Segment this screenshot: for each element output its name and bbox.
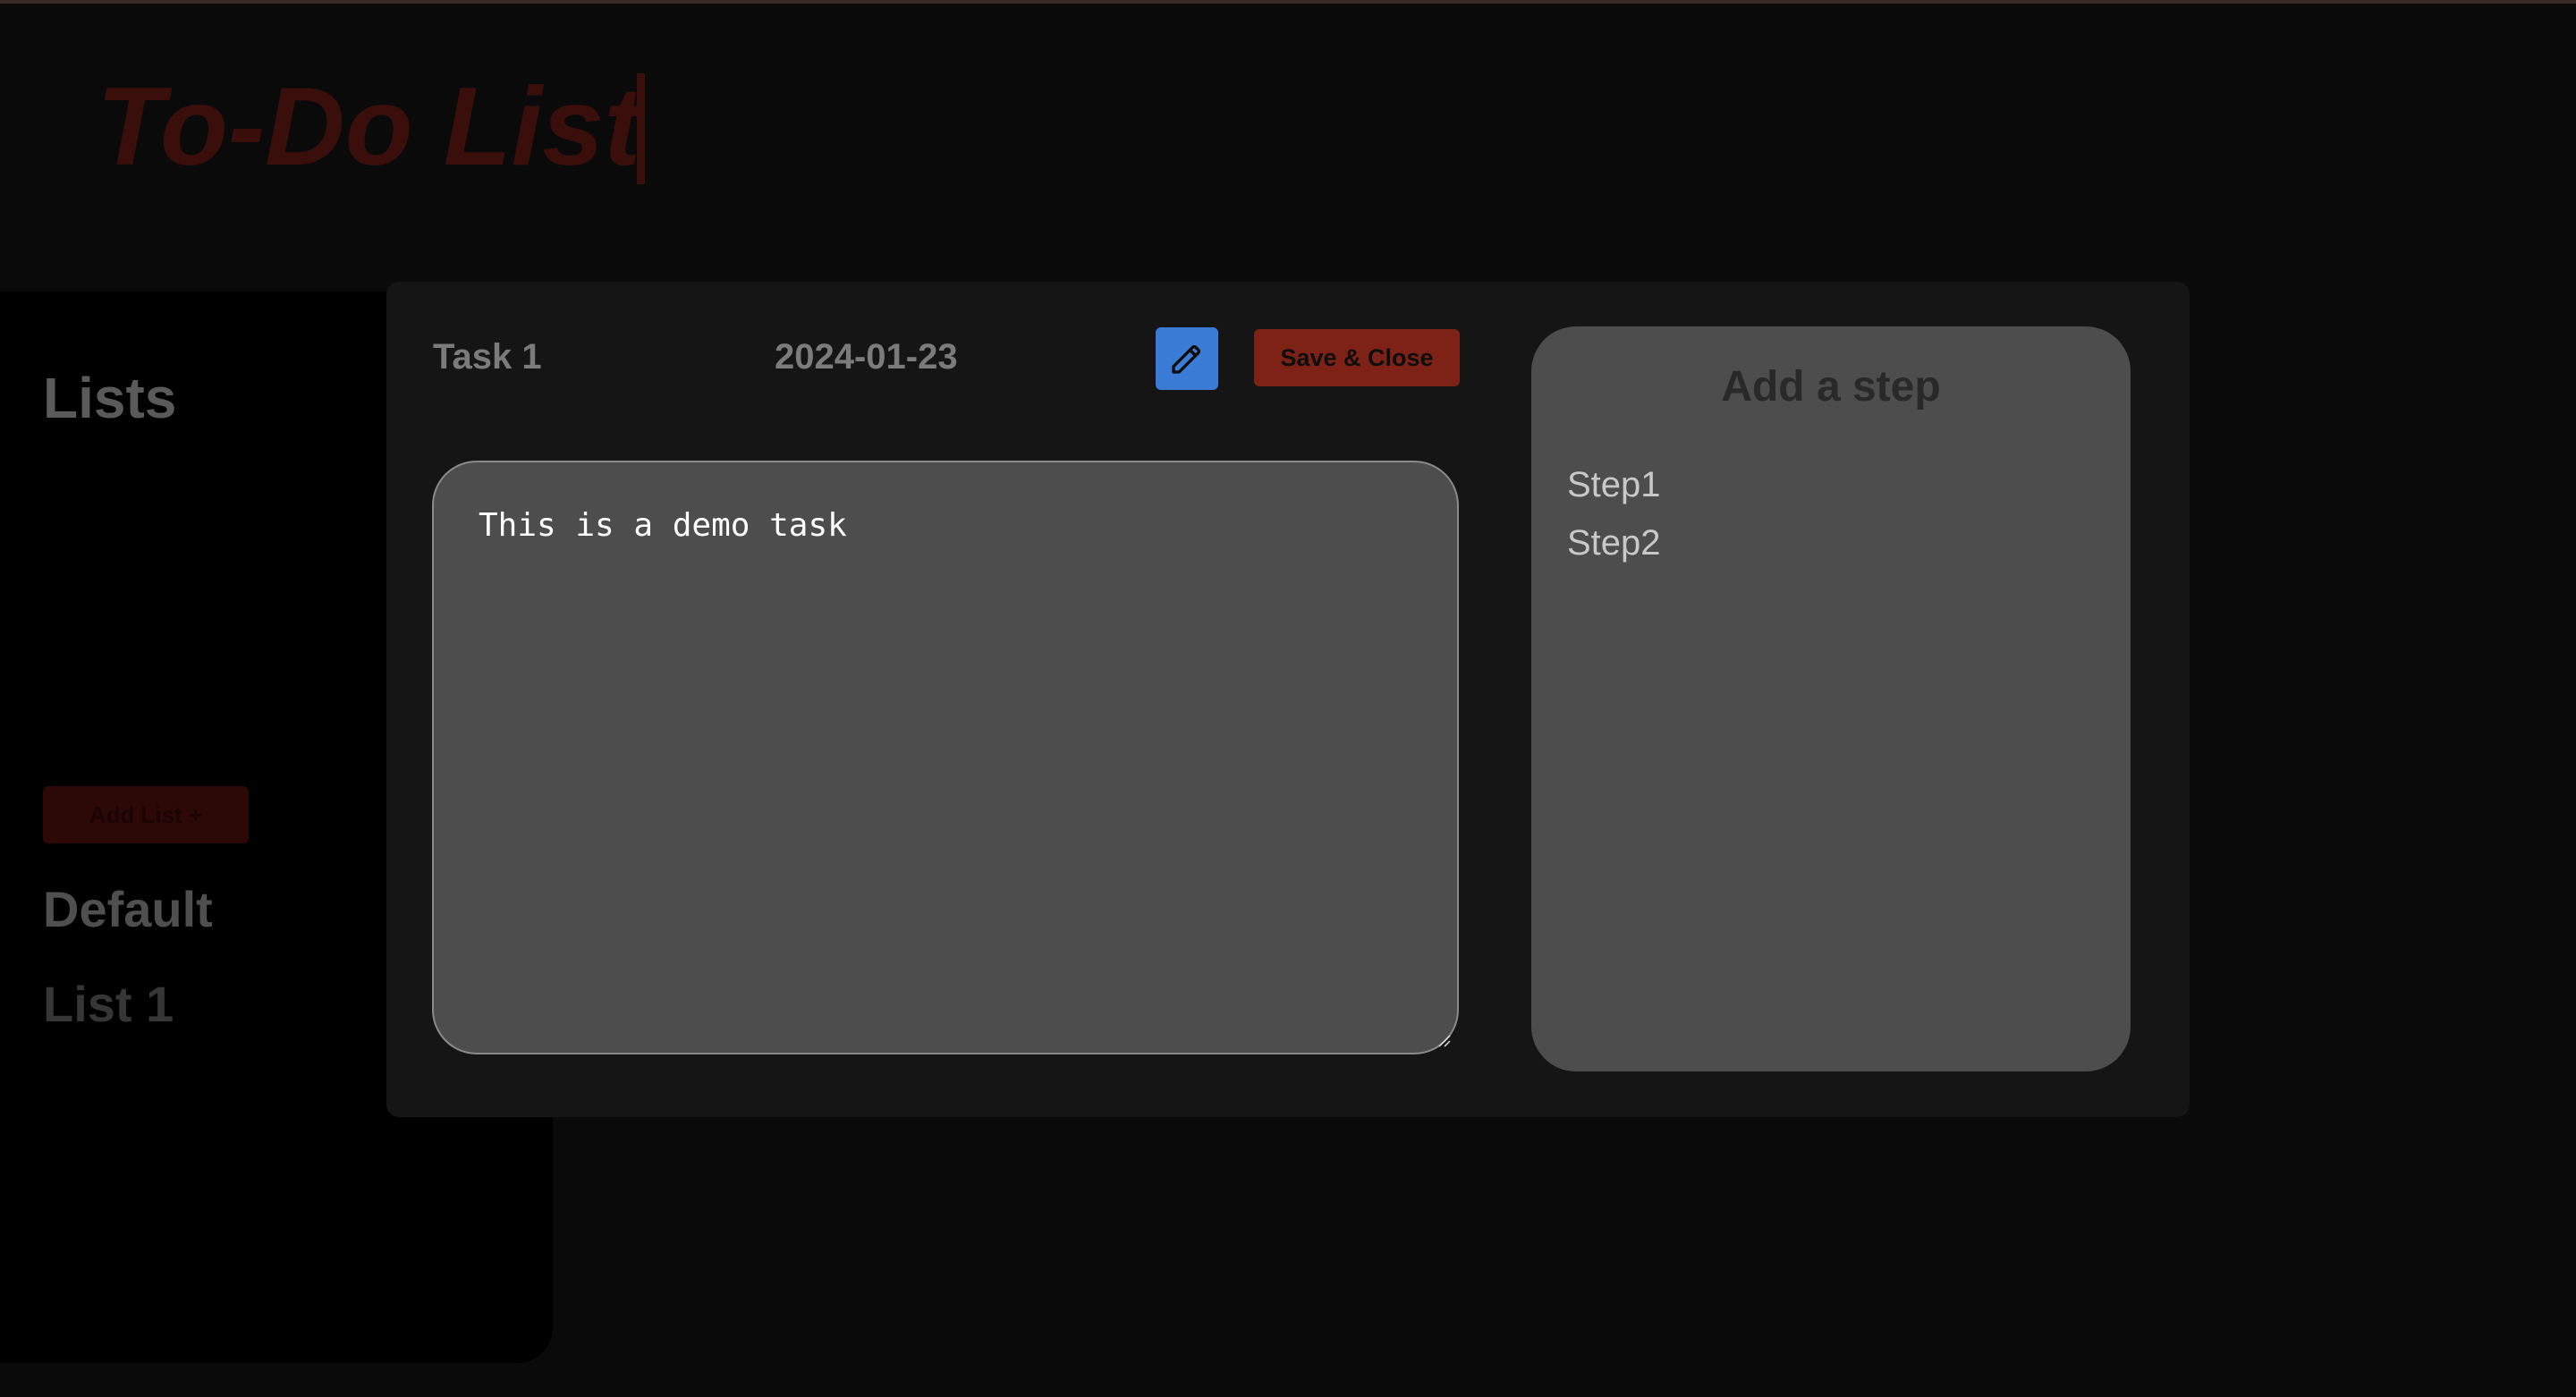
page-title: To-Do List: [97, 64, 646, 190]
resize-handle-icon[interactable]: [1436, 1033, 1451, 1047]
step-item[interactable]: Step1: [1567, 465, 1661, 505]
task-description-textarea[interactable]: This is a demo task: [432, 461, 1459, 1054]
pencil-icon: [1172, 344, 1201, 374]
sidebar-item-default[interactable]: Default: [43, 880, 213, 938]
page-title-text: To-Do List: [97, 65, 641, 189]
task-date[interactable]: 2024-01-23: [775, 337, 958, 377]
steps-panel: Add a step Step1 Step2: [1531, 326, 2131, 1071]
task-detail-modal: Task 1 2024-01-23 Save & Close This is a…: [386, 282, 2190, 1117]
top-border: [0, 0, 2576, 4]
add-step-heading[interactable]: Add a step: [1531, 362, 2131, 411]
sidebar-item-list-1[interactable]: List 1: [43, 975, 174, 1033]
sidebar-title: Lists: [43, 366, 177, 430]
edit-button[interactable]: [1156, 327, 1218, 390]
text-caret: [637, 73, 646, 184]
app-page: To-Do List Lists Add List + Default List…: [0, 0, 2576, 1397]
step-item[interactable]: Step2: [1567, 523, 1661, 563]
save-close-button[interactable]: Save & Close: [1254, 329, 1460, 386]
task-name[interactable]: Task 1: [433, 337, 542, 377]
add-list-button[interactable]: Add List +: [43, 786, 249, 843]
